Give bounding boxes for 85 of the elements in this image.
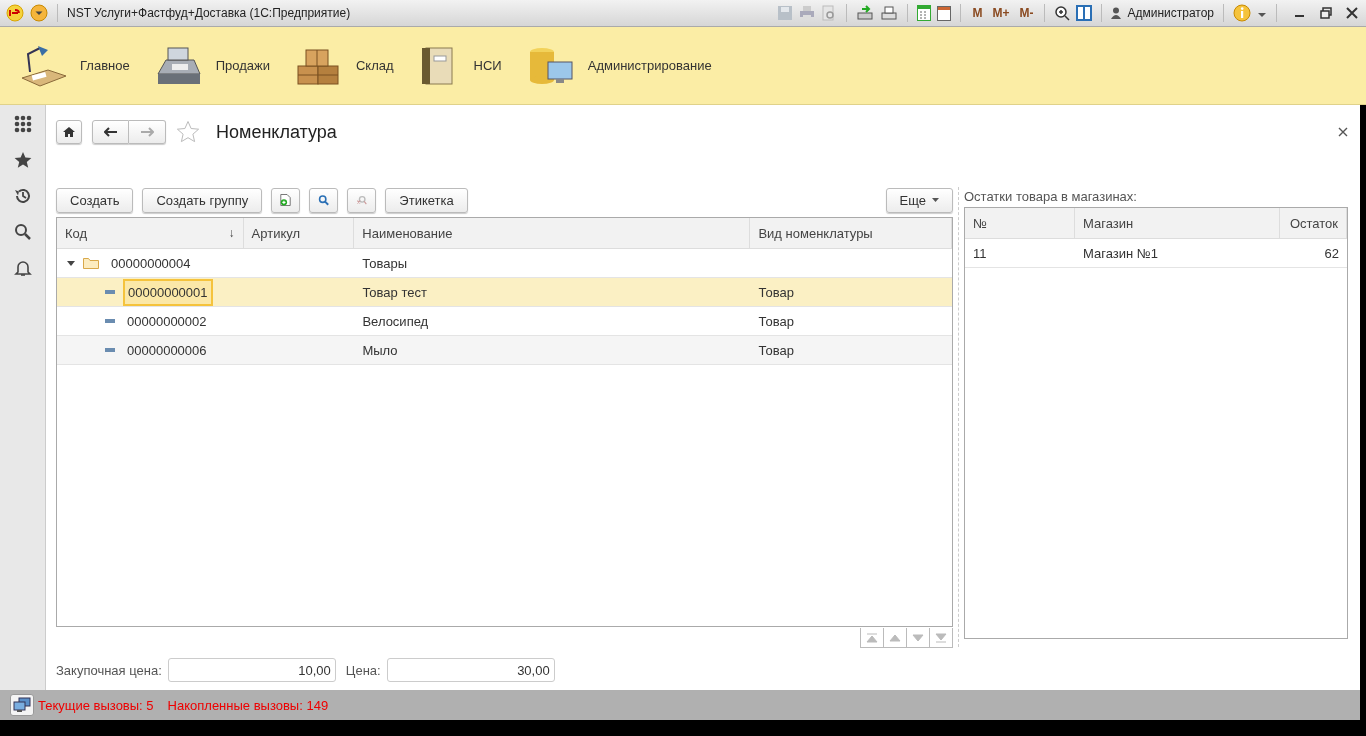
code-cell-text: 00000000002 [126,312,208,331]
item-icon [105,290,115,294]
label-button[interactable]: Этикетка [385,187,468,213]
price-field[interactable]: 30,00 [386,658,555,682]
caret-icon [932,198,939,202]
create-button[interactable]: Создать группу [142,187,263,213]
table-row[interactable]: 00000000006 Мыло Товар [57,336,952,365]
memory-button[interactable]: M- [1017,6,1036,20]
column-header[interactable]: Артикул [243,218,355,248]
back-arrow-icon [103,127,118,137]
monitors-icon [13,697,31,713]
triangle-icon [911,631,925,644]
table-row[interactable]: 00000000001 Товар тест Товар [57,278,952,307]
bell-icon[interactable] [13,259,32,277]
import-icon[interactable] [856,5,875,21]
window-title: NST Услуги+Фастфуд+Доставка (1С:Предприятие) [67,6,351,20]
search-cancel-icon [356,193,368,207]
section-link[interactable]: НСИ [417,43,502,88]
folder-icon [83,257,99,269]
name-cell: Товар тест [362,284,427,300]
code-cell-text: 00000000004 [110,254,192,273]
home-icon [63,126,75,138]
type-cell: Товар [758,313,794,329]
search-button[interactable] [309,187,339,213]
network-button[interactable] [10,694,34,716]
document-add-icon [280,192,292,208]
column-header[interactable]: Остаток [1280,208,1347,238]
item-icon [105,319,115,323]
restore-icon[interactable] [1320,7,1332,19]
calendar-icon[interactable] [937,5,952,21]
user-icon [1111,7,1122,19]
scanner-icon[interactable] [880,5,899,21]
code-cell-text: 00000000006 [126,341,208,360]
favorite-star-icon[interactable] [176,120,200,144]
stock-caption: Остатки товара в магазинах: [964,187,1138,206]
column-header[interactable]: Вид номенклатуры [750,218,952,248]
zoom-icon[interactable] [1054,5,1071,21]
add-copy-button[interactable] [271,187,301,213]
calculator-icon[interactable] [917,5,932,21]
back-button[interactable] [92,120,129,144]
number-cell: 11 [973,245,987,261]
section-link[interactable]: Главное [18,43,130,88]
field-label: Цена: [345,662,381,678]
accumulated-calls-text: Накопленные вызовы: 149 [167,697,329,713]
search-icon [318,193,330,207]
more-button[interactable]: Еще [885,187,953,213]
section-link[interactable]: Продажи [153,43,270,88]
section-link[interactable]: Администрирование [525,43,712,88]
type-cell: Товар [758,284,794,300]
history-icon[interactable] [13,187,32,205]
name-cell: Товары [362,255,408,271]
triangle-icon [934,631,948,644]
info-icon[interactable] [1233,4,1251,22]
store-cell: Магазин №1 [1083,245,1158,261]
name-cell: Велосипед [362,313,429,329]
quantity-cell: 62 [1324,245,1339,261]
star-icon[interactable] [13,151,32,169]
code-cell: 00000000001 [123,278,213,306]
apps-grid-icon[interactable] [13,115,32,133]
close-icon[interactable] [1346,7,1358,19]
panel-icon[interactable] [1076,5,1093,21]
memory-button[interactable]: M+ [990,6,1012,20]
column-header[interactable]: № [965,208,1075,238]
triangle-icon [865,631,879,644]
item-icon [105,348,115,352]
search-icon[interactable] [13,223,32,241]
menu-icon[interactable] [30,4,48,22]
create-button[interactable]: Создать [56,187,134,213]
logo-icon[interactable] [6,4,24,22]
forward-arrow-icon [140,127,154,137]
price-field[interactable]: 10,00 [167,658,336,682]
current-calls-text: Текущие вызовы: 5 [38,697,154,713]
name-cell: Мыло [362,342,398,358]
home-button[interactable] [56,120,82,144]
type-cell: Товар [758,342,794,358]
memory-button[interactable]: M [970,6,985,20]
column-header[interactable]: Магазин [1075,208,1280,238]
close-icon[interactable] [1338,127,1348,137]
section-link[interactable]: Склад [293,43,394,88]
field-label: Закупочная цена: [56,662,162,678]
expanded-caret-icon[interactable] [67,259,75,267]
column-header[interactable]: Наименование [354,218,751,248]
column-header[interactable]: Код ↓ [57,218,244,248]
form-title: Номенклатура [216,121,337,143]
user-name[interactable]: Администратор [1127,6,1214,20]
